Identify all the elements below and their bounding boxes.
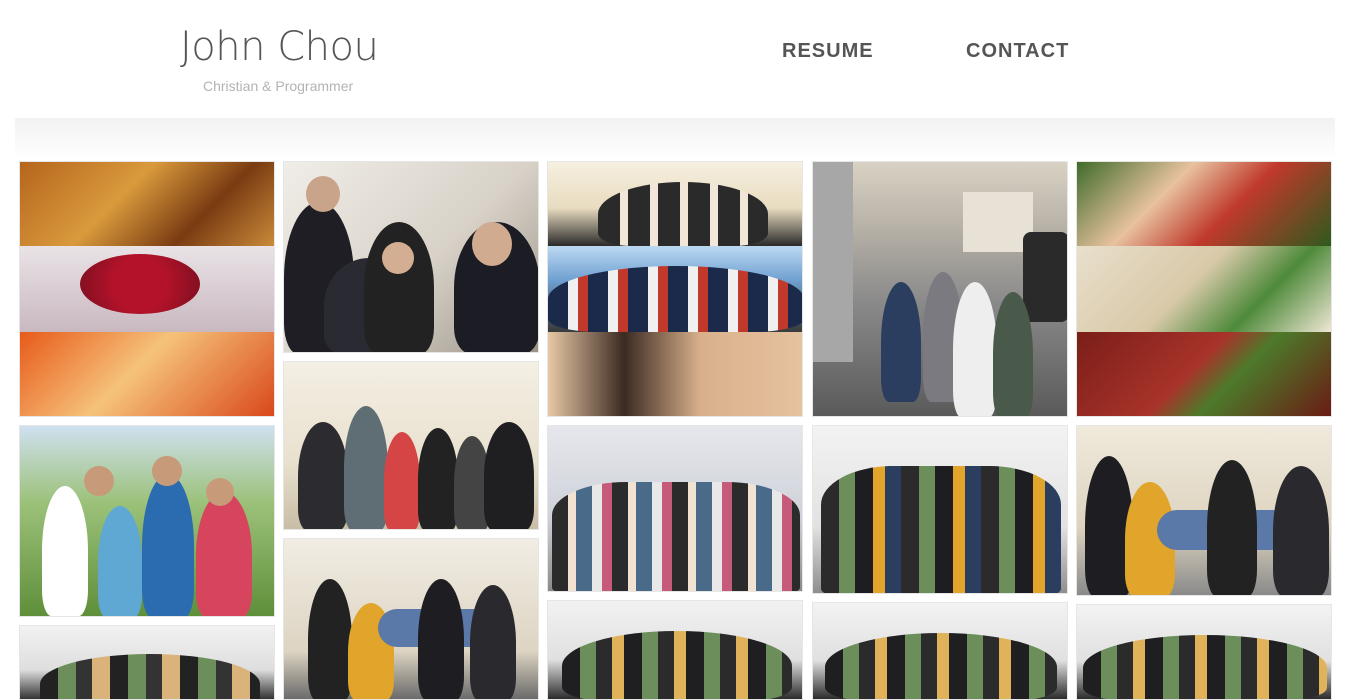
ziplining-photo[interactable] <box>19 425 275 617</box>
whiteboard-lineup-photo-1[interactable] <box>19 625 275 700</box>
whiteboard-lineup-photo-4[interactable] <box>1076 604 1332 700</box>
whiteboard-lineup-photo-2[interactable] <box>547 600 803 700</box>
group-collage-photo[interactable] <box>547 161 803 417</box>
whiteboard-lineup-photo-3[interactable] <box>812 602 1068 700</box>
living-room-group-photo[interactable] <box>547 425 803 592</box>
photo-gallery <box>0 0 1350 700</box>
food-collage-photo[interactable] <box>19 161 275 417</box>
carry-pose-photo[interactable] <box>283 538 539 700</box>
dancing-group-photo[interactable] <box>283 361 539 530</box>
street-walk-photo[interactable] <box>812 161 1068 417</box>
friends-couch-photo[interactable] <box>283 161 539 353</box>
whiteboard-group-photo[interactable] <box>812 425 1068 594</box>
carry-pose-photo-2[interactable] <box>1076 425 1332 596</box>
dinner-collage-photo[interactable] <box>1076 161 1332 417</box>
